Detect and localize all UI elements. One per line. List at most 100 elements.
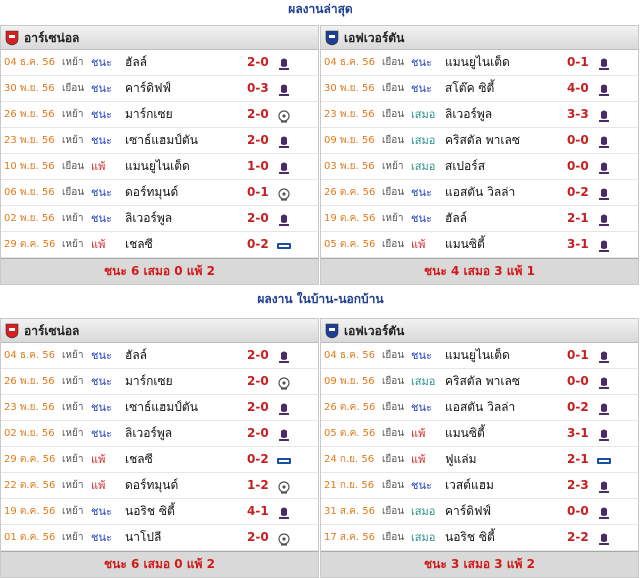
match-score[interactable]: 2-0 xyxy=(247,102,269,127)
opponent-name[interactable]: นอริช ซิตี้ xyxy=(445,525,495,550)
match-score[interactable]: 0-0 xyxy=(567,499,589,524)
match-row[interactable]: 04 ธ.ค. 56 เหย้า ชนะ ฮัลล์ 2-0 xyxy=(1,50,318,76)
match-score[interactable]: 2-0 xyxy=(247,128,269,153)
opponent-name[interactable]: ลิเวอร์พูล xyxy=(125,206,172,231)
match-score[interactable]: 0-0 xyxy=(567,369,589,394)
match-row[interactable]: 26 พ.ย. 56 เหย้า ชนะ มาร์กเซย 2-0 xyxy=(1,369,318,395)
opponent-name[interactable]: แอสตัน วิลล่า xyxy=(445,395,515,420)
opponent-name[interactable]: สโต๊ค ซิตี้ xyxy=(445,76,494,101)
match-row[interactable]: 31 ส.ค. 56 เยือน เสมอ คาร์ดิฟฟ์ 0-0 xyxy=(321,499,638,525)
match-score[interactable]: 3-3 xyxy=(567,102,589,127)
match-score[interactable]: 2-2 xyxy=(567,525,589,550)
opponent-name[interactable]: แมนยูไนเต็ด xyxy=(445,343,510,368)
match-row[interactable]: 05 ต.ค. 56 เยือน แพ้ แมนซิตี้ 3-1 xyxy=(321,232,638,258)
match-score[interactable]: 0-0 xyxy=(567,128,589,153)
match-row[interactable]: 19 ต.ค. 56 เหย้า ชนะ นอริช ซิตี้ 4-1 xyxy=(1,499,318,525)
match-row[interactable]: 09 พ.ย. 56 เยือน เสมอ คริสตัล พาเลซ 0-0 xyxy=(321,369,638,395)
match-row[interactable]: 30 พ.ย. 56 เยือน ชนะ สโต๊ค ซิตี้ 4-0 xyxy=(321,76,638,102)
match-score[interactable]: 4-1 xyxy=(247,499,269,524)
match-row[interactable]: 06 พ.ย. 56 เยือน ชนะ ดอร์ทมุนด์ 0-1 xyxy=(1,180,318,206)
match-row[interactable]: 26 พ.ย. 56 เหย้า ชนะ มาร์กเซย 2-0 xyxy=(1,102,318,128)
team-name[interactable]: อาร์เซน่อล xyxy=(24,26,79,50)
team-name[interactable]: เอฟเวอร์ตัน xyxy=(344,319,404,343)
opponent-name[interactable]: เชลซี xyxy=(125,232,153,257)
opponent-name[interactable]: ลิเวอร์พูล xyxy=(445,102,492,127)
opponent-name[interactable]: คาร์ดิฟฟ์ xyxy=(125,76,171,101)
opponent-name[interactable]: สเปอร์ส xyxy=(445,154,485,179)
match-row[interactable]: 02 พ.ย. 56 เหย้า ชนะ ลิเวอร์พูล 2-0 xyxy=(1,421,318,447)
opponent-name[interactable]: ฟูแล่ม xyxy=(445,447,477,472)
match-score[interactable]: 0-0 xyxy=(567,154,589,179)
match-row[interactable]: 04 ธ.ค. 56 เยือน ชนะ แมนยูไนเต็ด 0-1 xyxy=(321,343,638,369)
opponent-name[interactable]: แมนยูไนเต็ด xyxy=(125,154,190,179)
match-score[interactable]: 4-0 xyxy=(567,76,589,101)
match-score[interactable]: 2-0 xyxy=(247,343,269,368)
match-row[interactable]: 05 ต.ค. 56 เยือน แพ้ แมนซิตี้ 3-1 xyxy=(321,421,638,447)
opponent-name[interactable]: แอสตัน วิลล่า xyxy=(445,180,515,205)
opponent-name[interactable]: ดอร์ทมุนด์ xyxy=(125,473,178,498)
match-score[interactable]: 2-1 xyxy=(567,447,589,472)
match-score[interactable]: 0-1 xyxy=(567,343,589,368)
opponent-name[interactable]: แมนซิตี้ xyxy=(445,421,485,446)
match-score[interactable]: 2-3 xyxy=(567,473,589,498)
opponent-name[interactable]: คาร์ดิฟฟ์ xyxy=(445,499,491,524)
team-name[interactable]: อาร์เซน่อล xyxy=(24,319,79,343)
match-row[interactable]: 26 ต.ค. 56 เยือน ชนะ แอสตัน วิลล่า 0-2 xyxy=(321,395,638,421)
match-row[interactable]: 17 ส.ค. 56 เยือน เสมอ นอริช ซิตี้ 2-2 xyxy=(321,525,638,551)
opponent-name[interactable]: แมนซิตี้ xyxy=(445,232,485,257)
match-row[interactable]: 10 พ.ย. 56 เยือน แพ้ แมนยูไนเต็ด 1-0 xyxy=(1,154,318,180)
match-score[interactable]: 2-0 xyxy=(247,421,269,446)
opponent-name[interactable]: นาโปลี xyxy=(125,525,161,550)
match-score[interactable]: 0-1 xyxy=(247,180,269,205)
opponent-name[interactable]: เซาธ์แฮมป์ตัน xyxy=(125,128,198,153)
match-row[interactable]: 09 พ.ย. 56 เยือน เสมอ คริสตัล พาเลซ 0-0 xyxy=(321,128,638,154)
opponent-name[interactable]: มาร์กเซย xyxy=(125,369,173,394)
match-score[interactable]: 1-2 xyxy=(247,473,269,498)
opponent-name[interactable]: ฮัลล์ xyxy=(125,343,147,368)
opponent-name[interactable]: ฮัลล์ xyxy=(125,50,147,75)
match-row[interactable]: 19 ต.ค. 56 เหย้า ชนะ ฮัลล์ 2-1 xyxy=(321,206,638,232)
match-score[interactable]: 2-0 xyxy=(247,395,269,420)
opponent-name[interactable]: ลิเวอร์พูล xyxy=(125,421,172,446)
match-row[interactable]: 29 ต.ค. 56 เหย้า แพ้ เชลซี 0-2 xyxy=(1,447,318,473)
match-row[interactable]: 30 พ.ย. 56 เยือน ชนะ คาร์ดิฟฟ์ 0-3 xyxy=(1,76,318,102)
match-row[interactable]: 29 ต.ค. 56 เหย้า แพ้ เชลซี 0-2 xyxy=(1,232,318,258)
match-row[interactable]: 21 ก.ย. 56 เยือน ชนะ เวสต์แฮม 2-3 xyxy=(321,473,638,499)
team-name[interactable]: เอฟเวอร์ตัน xyxy=(344,26,404,50)
match-score[interactable]: 0-2 xyxy=(567,180,589,205)
match-row[interactable]: 23 พ.ย. 56 เหย้า ชนะ เซาธ์แฮมป์ตัน 2-0 xyxy=(1,395,318,421)
opponent-name[interactable]: เชลซี xyxy=(125,447,153,472)
match-row[interactable]: 24 ก.ย. 56 เยือน แพ้ ฟูแล่ม 2-1 xyxy=(321,447,638,473)
opponent-name[interactable]: ฮัลล์ xyxy=(445,206,467,231)
opponent-name[interactable]: แมนยูไนเต็ด xyxy=(445,50,510,75)
opponent-name[interactable]: คริสตัล พาเลซ xyxy=(445,369,520,394)
opponent-name[interactable]: นอริช ซิตี้ xyxy=(125,499,175,524)
match-row[interactable]: 26 ต.ค. 56 เยือน ชนะ แอสตัน วิลล่า 0-2 xyxy=(321,180,638,206)
match-row[interactable]: 22 ต.ค. 56 เหย้า แพ้ ดอร์ทมุนด์ 1-2 xyxy=(1,473,318,499)
match-score[interactable]: 2-0 xyxy=(247,206,269,231)
opponent-name[interactable]: เวสต์แฮม xyxy=(445,473,494,498)
match-score[interactable]: 0-1 xyxy=(567,50,589,75)
match-score[interactable]: 1-0 xyxy=(247,154,269,179)
match-row[interactable]: 04 ธ.ค. 56 เหย้า ชนะ ฮัลล์ 2-0 xyxy=(1,343,318,369)
opponent-name[interactable]: ดอร์ทมุนด์ xyxy=(125,180,178,205)
match-row[interactable]: 04 ธ.ค. 56 เยือน ชนะ แมนยูไนเต็ด 0-1 xyxy=(321,50,638,76)
opponent-name[interactable]: เซาธ์แฮมป์ตัน xyxy=(125,395,198,420)
match-row[interactable]: 23 พ.ย. 56 เยือน เสมอ ลิเวอร์พูล 3-3 xyxy=(321,102,638,128)
match-row[interactable]: 23 พ.ย. 56 เหย้า ชนะ เซาธ์แฮมป์ตัน 2-0 xyxy=(1,128,318,154)
match-score[interactable]: 3-1 xyxy=(567,232,589,257)
match-score[interactable]: 3-1 xyxy=(567,421,589,446)
match-row[interactable]: 03 พ.ย. 56 เหย้า เสมอ สเปอร์ส 0-0 xyxy=(321,154,638,180)
match-score[interactable]: 2-0 xyxy=(247,525,269,550)
opponent-name[interactable]: มาร์กเซย xyxy=(125,102,173,127)
match-score[interactable]: 2-0 xyxy=(247,369,269,394)
match-score[interactable]: 0-2 xyxy=(567,395,589,420)
opponent-name[interactable]: คริสตัล พาเลซ xyxy=(445,128,520,153)
match-score[interactable]: 2-1 xyxy=(567,206,589,231)
match-score[interactable]: 0-2 xyxy=(247,232,269,257)
match-score[interactable]: 2-0 xyxy=(247,50,269,75)
match-row[interactable]: 01 ต.ค. 56 เหย้า ชนะ นาโปลี 2-0 xyxy=(1,525,318,551)
match-score[interactable]: 0-2 xyxy=(247,447,269,472)
match-score[interactable]: 0-3 xyxy=(247,76,269,101)
match-row[interactable]: 02 พ.ย. 56 เหย้า ชนะ ลิเวอร์พูล 2-0 xyxy=(1,206,318,232)
